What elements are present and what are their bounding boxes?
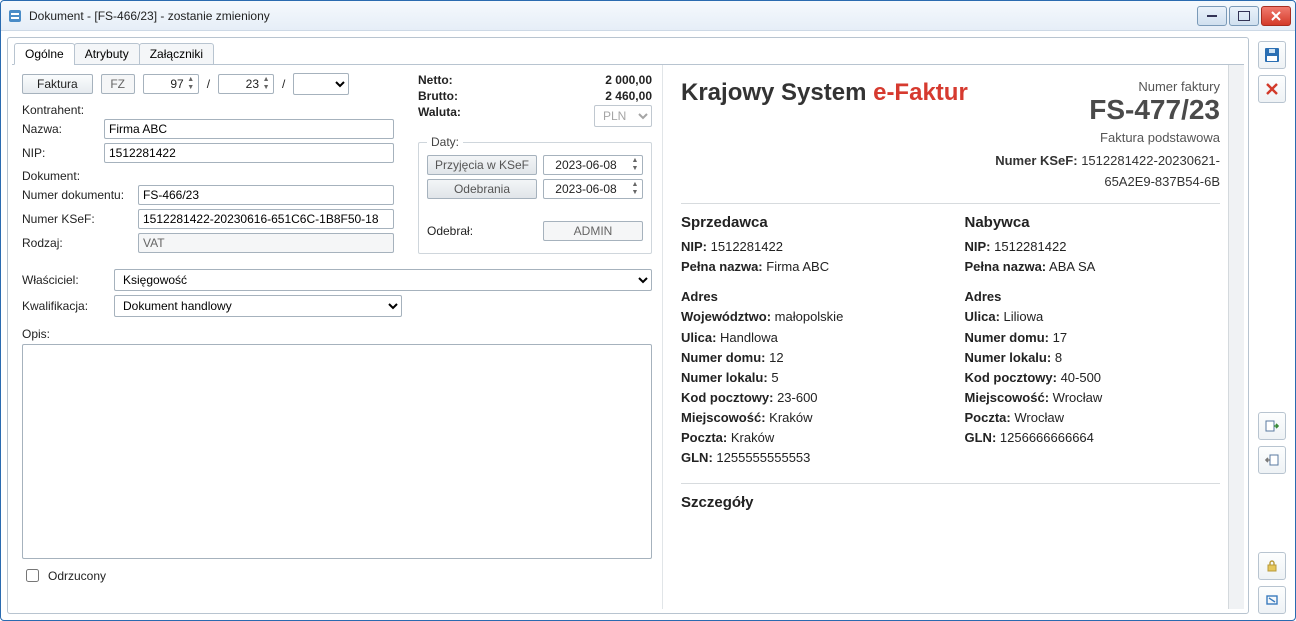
szczegoly-head: Szczegóły — [681, 494, 1220, 511]
app-window: Dokument - [FS-466/23] - zostanie zmieni… — [0, 0, 1296, 621]
odebral-field — [543, 221, 643, 241]
window-controls — [1197, 6, 1291, 26]
ksef-label: Numer KSeF: — [22, 212, 132, 226]
przyjecia-button[interactable]: Przyjęcia w KSeF — [427, 155, 537, 175]
tab-content: Faktura 97▲▼ / 23▲▼ / Kontrahent: Nazwa: — [12, 64, 1244, 609]
netto-value: 2 000,00 — [605, 73, 652, 87]
preview-pane: Krajowy System e-Faktur Numer faktury FS… — [662, 65, 1244, 609]
export-icon[interactable] — [1258, 412, 1286, 440]
odebrania-date-field[interactable]: 2023-06-08▲▼ — [543, 179, 643, 199]
ksef-field[interactable] — [138, 209, 394, 229]
doc-num-a-stepper[interactable]: 97▲▼ — [143, 74, 199, 94]
nazwa-field[interactable] — [104, 119, 394, 139]
daty-legend: Daty: — [427, 135, 463, 149]
kwalifikacja-label: Kwalifikacja: — [22, 299, 108, 313]
rodzaj-label: Rodzaj: — [22, 236, 132, 250]
doc-num-b-value: 23 — [246, 77, 259, 91]
dokument-section-label: Dokument: — [22, 169, 400, 183]
doc-suffix-select[interactable] — [293, 73, 349, 95]
invoice-preview: Krajowy System e-Faktur Numer faktury FS… — [663, 65, 1244, 525]
netto-label: Netto: — [418, 73, 453, 87]
numer-faktury-label: Numer faktury — [995, 79, 1220, 94]
nabywca-head: Nabywca — [965, 214, 1221, 231]
cancel-icon[interactable] — [1258, 75, 1286, 103]
wlasciciel-label: Właściciel: — [22, 273, 108, 287]
odrzucony-label: Odrzucony — [48, 569, 106, 583]
preview-ksef: Numer KSeF: 1512281422-20230621- — [995, 153, 1220, 168]
window-title: Dokument - [FS-466/23] - zostanie zmieni… — [29, 9, 1197, 23]
numer-faktury-value: FS-477/23 — [995, 94, 1220, 126]
opis-textarea[interactable] — [22, 344, 652, 559]
tab-zalaczniki[interactable]: Załączniki — [139, 43, 214, 65]
close-button[interactable] — [1261, 6, 1291, 26]
sep-label-2: / — [282, 77, 285, 91]
doc-num-a-value: 97 — [170, 77, 183, 91]
daty-fieldset: Daty: Przyjęcia w KSeF 2023-06-08▲▼ Odeb… — [418, 135, 652, 254]
preview-ksef-line2: 65A2E9-837B54-6B — [995, 174, 1220, 189]
main-panel: Ogólne Atrybuty Załączniki Faktura 97▲▼ … — [7, 37, 1249, 614]
wlasciciel-select[interactable]: Księgowość — [114, 269, 652, 291]
doc-prefix-field — [101, 74, 135, 94]
save-icon[interactable] — [1258, 41, 1286, 69]
nazwa-label: Nazwa: — [22, 122, 98, 136]
nip-label: NIP: — [22, 146, 98, 160]
nabywca-section: Nabywca NIP: 1512281422 Pełna nazwa: ABA… — [965, 214, 1221, 469]
tab-strip: Ogólne Atrybuty Załączniki — [8, 38, 1248, 64]
kwalifikacja-select[interactable]: Dokument handlowy — [114, 295, 402, 317]
nip-field[interactable] — [104, 143, 394, 163]
import-icon[interactable] — [1258, 446, 1286, 474]
preview-scrollbar[interactable] — [1228, 65, 1244, 609]
opis-label: Opis: — [22, 327, 652, 341]
numdoc-label: Numer dokumentu: — [22, 188, 132, 202]
faktura-podtyp: Faktura podstawowa — [995, 130, 1220, 145]
odebrania-button[interactable]: Odebrania — [427, 179, 537, 199]
titlebar: Dokument - [FS-466/23] - zostanie zmieni… — [1, 1, 1295, 31]
przyjecia-date-field[interactable]: 2023-06-08▲▼ — [543, 155, 643, 175]
tab-atrybuty[interactable]: Atrybuty — [74, 43, 140, 65]
lock-icon[interactable] — [1258, 552, 1286, 580]
numdoc-field[interactable] — [138, 185, 394, 205]
faktura-button[interactable]: Faktura — [22, 74, 93, 94]
odebrania-date-value: 2023-06-08 — [555, 182, 616, 196]
system-title: Krajowy System e-Faktur — [681, 79, 968, 107]
minimize-button[interactable] — [1197, 6, 1227, 26]
odebral-label: Odebrał: — [427, 224, 537, 238]
rodzaj-field — [138, 233, 394, 253]
brutto-label: Brutto: — [418, 89, 458, 103]
client-area: Ogólne Atrybuty Załączniki Faktura 97▲▼ … — [1, 31, 1295, 620]
sprzedawca-head: Sprzedawca — [681, 214, 937, 231]
right-toolbar — [1255, 37, 1289, 614]
app-icon — [7, 8, 23, 24]
waluta-label: Waluta: — [418, 105, 461, 127]
maximize-button[interactable] — [1229, 6, 1259, 26]
odrzucony-checkbox[interactable] — [26, 569, 39, 582]
sprzedawca-section: Sprzedawca NIP: 1512281422 Pełna nazwa: … — [681, 214, 937, 469]
przyjecia-date-value: 2023-06-08 — [555, 158, 616, 172]
attach-icon[interactable] — [1258, 586, 1286, 614]
waluta-select: PLN — [594, 105, 652, 127]
form-section: Faktura 97▲▼ / 23▲▼ / Kontrahent: Nazwa: — [12, 65, 662, 609]
tab-ogolne[interactable]: Ogólne — [14, 43, 75, 65]
doc-num-b-stepper[interactable]: 23▲▼ — [218, 74, 274, 94]
kontrahent-section-label: Kontrahent: — [22, 103, 400, 117]
sep-label: / — [207, 77, 210, 91]
brutto-value: 2 460,00 — [605, 89, 652, 103]
